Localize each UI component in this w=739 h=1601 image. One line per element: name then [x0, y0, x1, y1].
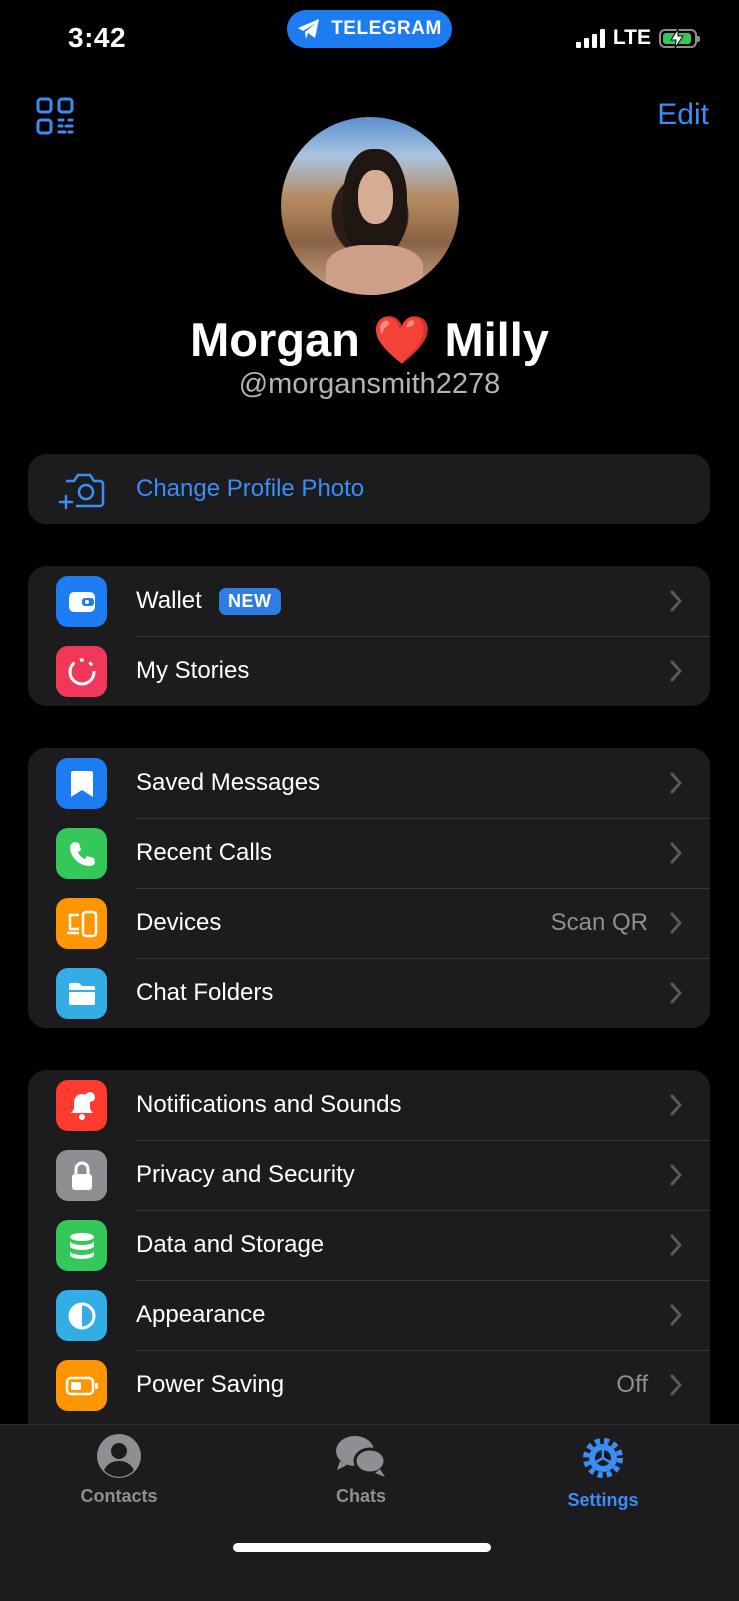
phone-icon: [56, 828, 107, 879]
new-badge: NEW: [219, 587, 281, 615]
network-type: LTE: [612, 26, 651, 49]
row-label: Privacy and Security: [136, 1161, 355, 1188]
tab-contacts[interactable]: Contacts: [44, 1433, 194, 1507]
tab-settings[interactable]: Settings: [528, 1433, 678, 1511]
database-icon: [56, 1220, 107, 1271]
tab-label: Chats: [335, 1486, 386, 1506]
camera-add-icon: [56, 464, 107, 515]
half-circle-icon: [56, 1290, 107, 1341]
row-label: Devices: [136, 909, 222, 936]
devices-row[interactable]: Devices Scan QR: [28, 888, 710, 958]
signal-icon: [575, 28, 605, 48]
gear-icon: [583, 1438, 623, 1478]
data-storage-row[interactable]: Data and Storage: [28, 1210, 710, 1280]
tab-chats[interactable]: Chats: [286, 1433, 436, 1507]
chat-bubbles-icon: [336, 1436, 387, 1477]
profile-name: Morgan ❤️ Milly: [190, 313, 549, 366]
my-stories-row[interactable]: My Stories: [28, 636, 710, 706]
home-indicator[interactable]: [233, 1543, 491, 1552]
notifications-row[interactable]: Notifications and Sounds: [28, 1070, 710, 1140]
return-to-app-pill[interactable]: TELEGRAM: [287, 10, 452, 48]
bell-icon: [56, 1080, 107, 1131]
chevron-right-icon: [670, 660, 682, 682]
devices-icon: [56, 898, 107, 949]
status-time: 3:42: [68, 22, 127, 53]
person-circle-icon: [97, 1434, 141, 1478]
row-label: Notifications and Sounds: [136, 1091, 402, 1118]
change-photo-label: Change Profile Photo: [136, 475, 365, 502]
tab-bar: Contacts Chats Settings: [0, 1424, 739, 1601]
qr-code-icon: [36, 97, 74, 135]
status-indicators: LTE: [575, 26, 700, 50]
bookmark-icon: [56, 758, 107, 809]
tab-label: Settings: [567, 1490, 639, 1510]
app-pill-label: TELEGRAM: [331, 18, 442, 39]
chevron-right-icon: [670, 982, 682, 1004]
row-label: Wallet: [136, 587, 202, 614]
chevron-right-icon: [670, 590, 682, 612]
profile-avatar[interactable]: [281, 117, 459, 295]
row-label: Recent Calls: [136, 839, 273, 866]
telegram-plane-icon: [298, 19, 320, 39]
settings-group-preferences: Notifications and Sounds Privacy and Sec…: [28, 1070, 710, 1424]
appearance-row[interactable]: Appearance: [28, 1280, 710, 1350]
profile-username: @morgansmith2278: [238, 368, 501, 400]
edit-button[interactable]: Edit: [657, 98, 709, 132]
tab-label: Contacts: [80, 1486, 158, 1506]
stories-icon: [56, 646, 107, 697]
status-bar: 3:42 TELEGRAM LTE: [0, 0, 739, 80]
row-label: Appearance: [136, 1301, 266, 1328]
power-saving-value: Off: [616, 1371, 648, 1398]
settings-group-messages: Saved Messages Recent Calls Devices Scan…: [28, 748, 710, 1028]
qr-code-button[interactable]: [36, 97, 74, 135]
battery-charging-icon: [659, 28, 700, 48]
row-label: Power Saving: [136, 1371, 285, 1398]
scan-qr-value: Scan QR: [550, 909, 648, 936]
chevron-right-icon: [670, 1164, 682, 1186]
recent-calls-row[interactable]: Recent Calls: [28, 818, 710, 888]
change-profile-photo-button[interactable]: Change Profile Photo: [28, 454, 710, 524]
wallet-icon: [56, 576, 107, 627]
chevron-right-icon: [670, 842, 682, 864]
change-photo-group: Change Profile Photo: [28, 454, 710, 524]
chevron-right-icon: [670, 912, 682, 934]
row-label: Data and Storage: [136, 1231, 325, 1258]
saved-messages-row[interactable]: Saved Messages: [28, 748, 710, 818]
row-label: Chat Folders: [136, 979, 274, 1006]
battery-icon: [56, 1360, 107, 1411]
chevron-right-icon: [670, 1374, 682, 1396]
power-saving-row[interactable]: Power Saving Off: [28, 1350, 710, 1420]
chevron-right-icon: [670, 1304, 682, 1326]
wallet-row[interactable]: Wallet NEW: [28, 566, 710, 636]
chevron-right-icon: [670, 1234, 682, 1256]
chevron-right-icon: [670, 772, 682, 794]
lock-icon: [56, 1150, 107, 1201]
row-label: Saved Messages: [136, 769, 321, 796]
row-label: My Stories: [136, 657, 250, 684]
chevron-right-icon: [670, 1094, 682, 1116]
privacy-row[interactable]: Privacy and Security: [28, 1140, 710, 1210]
folder-icon: [56, 968, 107, 1019]
chat-folders-row[interactable]: Chat Folders: [28, 958, 710, 1028]
settings-group-wallet: Wallet NEW My Stories: [28, 566, 710, 706]
